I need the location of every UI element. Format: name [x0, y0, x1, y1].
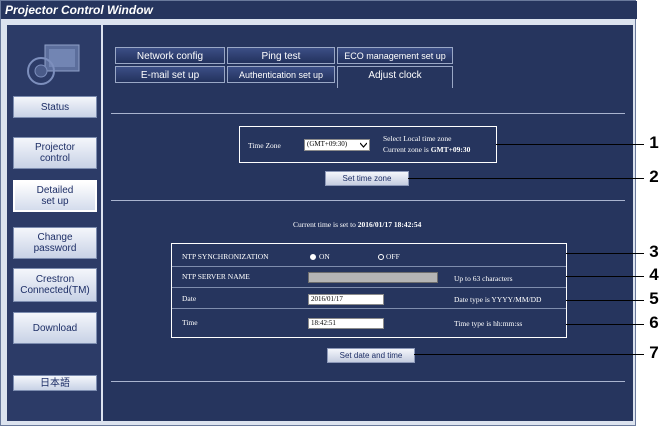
row-divider	[172, 287, 566, 288]
radio-icon[interactable]	[378, 254, 384, 260]
tab-authentication-set-up[interactable]: Authentication set up	[227, 66, 335, 83]
time-hint: Time type is hh:mm:ss	[454, 319, 523, 328]
timezone-select[interactable]: (GMT+09:30)	[304, 139, 370, 151]
ntp-server-hint: Up to 63 characters	[454, 274, 513, 283]
date-input[interactable]: 2016/01/17	[308, 294, 384, 305]
divider	[111, 381, 625, 382]
sidebar-item-projector-control[interactable]: Projector control	[13, 137, 97, 169]
callout-1: 1	[649, 133, 659, 152]
ntp-off-label: OFF	[386, 252, 400, 261]
tab-network-config[interactable]: Network config	[115, 47, 225, 64]
current-time-prefix: Current time is set to	[293, 220, 358, 229]
ntp-on-label: ON	[319, 252, 330, 261]
clock-settings-table: NTP SYNCHRONIZATION ON OFF NTP SERVER NA…	[171, 243, 567, 338]
timezone-current-value: GMT+09:30	[430, 145, 471, 154]
current-time-value: 2016/01/17 18:42:54	[357, 220, 422, 229]
timezone-label: Time Zone	[248, 141, 281, 150]
timezone-current-prefix: Current zone is	[383, 145, 431, 154]
timezone-hint: Select Local time zone	[383, 134, 452, 143]
timezone-box: Time Zone (GMT+09:30) Select Local time …	[239, 126, 497, 163]
divider	[111, 113, 625, 114]
divider	[111, 200, 625, 201]
tab-email-set-up[interactable]: E-mail set up	[115, 66, 225, 83]
tab-ping-test[interactable]: Ping test	[227, 47, 335, 64]
main-panel: Network config Ping test ECO management …	[103, 25, 633, 421]
callout-4: 4	[649, 265, 659, 284]
sidebar-item-language[interactable]: 日本語	[13, 375, 97, 391]
callout-5: 5	[649, 289, 659, 308]
date-hint: Date type is YYYY/MM/DD	[454, 295, 542, 304]
radio-icon[interactable]	[310, 254, 316, 260]
chevron-down-icon	[360, 142, 367, 148]
row-divider	[172, 266, 566, 267]
callout-line	[566, 300, 644, 301]
callout-line	[566, 324, 644, 325]
callout-3: 3	[649, 242, 659, 261]
callout-line	[566, 253, 644, 254]
row-divider	[172, 308, 566, 309]
set-time-zone-button[interactable]: Set time zone	[325, 171, 409, 186]
callout-6: 6	[649, 313, 659, 332]
ntp-sync-label: NTP SYNCHRONIZATION	[182, 252, 269, 261]
time-input[interactable]: 18:42:51	[308, 318, 384, 329]
set-date-and-time-button[interactable]: Set date and time	[327, 348, 415, 363]
tab-eco-management[interactable]: ECO management set up	[337, 47, 453, 64]
tab-adjust-clock[interactable]: Adjust clock	[337, 66, 453, 88]
sidebar-item-crestron-connected[interactable]: Crestron Connected(TM)	[13, 268, 97, 302]
sidebar-item-status[interactable]: Status	[13, 96, 97, 118]
callout-line	[566, 276, 644, 277]
ntp-server-label: NTP SERVER NAME	[182, 272, 250, 281]
callout-line	[408, 178, 644, 179]
projector-control-window: Projector Control Window Status Projecto…	[0, 0, 637, 426]
projector-logo-icon	[27, 44, 80, 85]
callout-2: 2	[649, 167, 659, 186]
callout-line	[414, 354, 644, 355]
callout-line	[496, 144, 644, 145]
sidebar-item-detailed-set-up[interactable]: Detailed set up	[13, 180, 97, 212]
current-time-text: Current time is set to 2016/01/17 18:42:…	[293, 220, 421, 229]
timezone-selected: (GMT+09:30)	[307, 140, 348, 148]
time-label: Time	[182, 318, 198, 327]
sidebar-item-download[interactable]: Download	[13, 312, 97, 344]
sidebar-item-change-password[interactable]: Change password	[13, 227, 97, 259]
sidebar: Status Projector control Detailed set up…	[7, 25, 101, 421]
window-title: Projector Control Window	[1, 1, 637, 19]
date-label: Date	[182, 294, 197, 303]
callout-7: 7	[649, 343, 659, 362]
ntp-server-input[interactable]	[308, 272, 438, 283]
timezone-current: Current zone is GMT+09:30	[383, 145, 470, 154]
